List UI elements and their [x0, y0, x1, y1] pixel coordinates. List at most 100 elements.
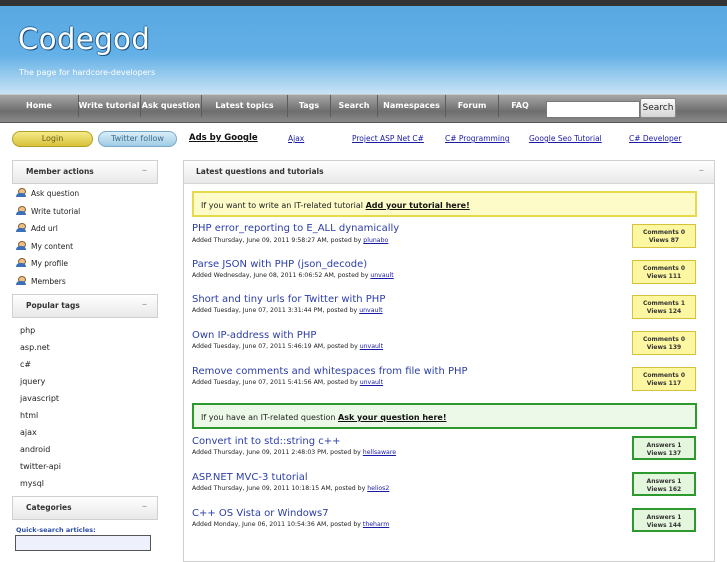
comments-count: Comments 1	[642, 300, 686, 307]
tag-link[interactable]: html	[20, 411, 38, 420]
twitter-follow-button[interactable]: Twitter follow	[98, 131, 177, 147]
member-item-my-content[interactable]: My content	[16, 241, 73, 251]
question-notice-text: If you have an IT-related question	[201, 413, 338, 422]
ad-link-ajax[interactable]: Ajax	[288, 134, 304, 143]
member-actions-collapse-icon[interactable]: –	[142, 165, 147, 176]
login-button[interactable]: Login	[12, 131, 93, 147]
add-tutorial-link[interactable]: Add your tutorial here!	[366, 201, 470, 210]
views-count: Views 144	[646, 522, 682, 529]
popular-tags-title: Popular tags	[26, 301, 80, 310]
ad-link-csharp-developer[interactable]: C# Developer	[629, 134, 681, 143]
post-author-link[interactable]: theharm	[363, 521, 389, 528]
latest-content-title: Latest questions and tutorials	[196, 167, 324, 176]
nav-ask-question[interactable]: Ask question	[141, 95, 202, 117]
post-author-link[interactable]: unvault	[360, 343, 383, 350]
post-meta-text: Added Monday, June 06, 2011 10:54:36 AM,…	[192, 521, 363, 528]
tag-link[interactable]: jquery	[20, 377, 45, 386]
latest-content-collapse-icon[interactable]: –	[699, 165, 704, 176]
post-meta-text: Added Thursday, June 09, 2011 2:48:03 PM…	[192, 449, 363, 456]
tag-link[interactable]: php	[20, 326, 35, 335]
tutorial-notice: If you want to write an IT-related tutor…	[192, 191, 697, 217]
ad-link-google-seo[interactable]: Google Seo Tutorial	[529, 134, 602, 143]
site-logo[interactable]: Codegod	[18, 22, 150, 56]
nav-write-tutorial[interactable]: Write tutorial	[78, 95, 141, 117]
nav-namespaces[interactable]: Namespaces	[378, 95, 446, 117]
comments-count: Comments 0	[642, 336, 686, 343]
post-title-link[interactable]: Convert int to std::string c++	[192, 436, 341, 447]
post-author-link[interactable]: unvault	[370, 272, 393, 279]
post-meta: Added Wednesday, June 08, 2011 6:06:52 A…	[192, 272, 394, 279]
tag-link[interactable]: c#	[20, 360, 31, 369]
nav-faq[interactable]: FAQ	[499, 95, 541, 117]
member-item-label: Add url	[31, 224, 58, 233]
nav-search-button[interactable]: Search	[640, 98, 676, 118]
member-item-members[interactable]: Members	[16, 276, 66, 286]
popular-tags-collapse-icon[interactable]: –	[142, 299, 147, 310]
ask-question-link[interactable]: Ask your question here!	[338, 413, 447, 422]
popular-tags-header[interactable]: Popular tags –	[12, 294, 158, 318]
post-author-link[interactable]: unvault	[359, 307, 382, 314]
post-meta-text: Added Thursday, June 09, 2011 9:58:27 AM…	[192, 237, 364, 244]
nav-tags[interactable]: Tags	[288, 95, 331, 117]
member-icon	[16, 223, 26, 232]
member-icon	[16, 188, 26, 197]
member-item-label: Members	[31, 277, 66, 286]
member-item-my-profile[interactable]: My profile	[16, 258, 68, 268]
ad-link-project-asp[interactable]: Project ASP Net C#	[352, 134, 424, 143]
post-meta: Added Thursday, June 09, 2011 2:48:03 PM…	[192, 449, 396, 456]
tag-link[interactable]: asp.net	[20, 343, 50, 352]
post-meta: Added Tuesday, June 07, 2011 5:46:19 AM,…	[192, 343, 383, 350]
tag-link[interactable]: javascript	[20, 394, 59, 403]
comments-count: Comments 0	[642, 229, 686, 236]
member-item-ask-question[interactable]: Ask question	[16, 188, 79, 198]
ad-link-csharp-programming[interactable]: C# Programming	[445, 134, 509, 143]
post-title-link[interactable]: ASP.NET MVC-3 tutorial	[192, 472, 308, 483]
nav-search[interactable]: Search	[331, 95, 378, 117]
categories-header[interactable]: Categories –	[12, 496, 158, 520]
quick-search-label: Quick-search articles:	[16, 526, 96, 534]
comments-count: Comments 0	[642, 372, 686, 379]
member-item-write-tutorial[interactable]: Write tutorial	[16, 206, 80, 216]
nav-forum[interactable]: Forum	[446, 95, 499, 117]
post-stats: Comments 0 Views 111	[632, 260, 696, 284]
post-title-link[interactable]: Remove comments and whitespaces from fil…	[192, 366, 468, 377]
post-title-link[interactable]: Own IP-address with PHP	[192, 330, 316, 341]
main-nav: Home Write tutorial Ask question Latest …	[0, 94, 727, 123]
tag-link[interactable]: mysql	[20, 479, 44, 488]
quick-search-input[interactable]	[15, 535, 151, 551]
post-meta-text: Added Tuesday, June 07, 2011 5:46:19 AM,…	[192, 343, 360, 350]
tag-link[interactable]: android	[20, 445, 50, 454]
comments-count: Comments 0	[642, 265, 686, 272]
post-author-link[interactable]: hellsaware	[363, 449, 396, 456]
nav-home[interactable]: Home	[0, 95, 79, 117]
post-title-link[interactable]: C++ OS Vista or Windows7	[192, 508, 329, 519]
answers-count: Answers 1	[646, 478, 682, 485]
post-meta: Added Thursday, June 09, 2011 10:18:15 A…	[192, 485, 389, 492]
nav-latest-topics[interactable]: Latest topics	[202, 95, 288, 117]
post-title-link[interactable]: Parse JSON with PHP (json_decode)	[192, 259, 367, 270]
views-count: Views 139	[646, 344, 682, 351]
post-meta-text: Added Wednesday, June 08, 2011 6:06:52 A…	[192, 272, 371, 279]
latest-content-box: Latest questions and tutorials –	[183, 160, 715, 562]
ads-by-google-link[interactable]: Ads by Google	[189, 133, 258, 143]
member-item-add-url[interactable]: Add url	[16, 223, 58, 233]
post-meta: Added Tuesday, June 07, 2011 5:41:56 AM,…	[192, 379, 383, 386]
member-actions-header[interactable]: Member actions –	[12, 160, 158, 184]
views-count: Views 137	[646, 450, 682, 457]
tag-link[interactable]: ajax	[20, 428, 37, 437]
categories-collapse-icon[interactable]: –	[142, 501, 147, 512]
question-notice: If you have an IT-related question Ask y…	[192, 403, 697, 429]
post-meta: Added Tuesday, June 07, 2011 3:31:44 PM,…	[192, 307, 383, 314]
nav-search-input[interactable]	[546, 101, 640, 118]
post-title-link[interactable]: PHP error_reporting to E_ALL dynamically	[192, 223, 399, 234]
member-item-label: Ask question	[31, 189, 80, 198]
post-meta: Added Thursday, June 09, 2011 9:58:27 AM…	[192, 237, 388, 244]
post-author-link[interactable]: unvault	[360, 379, 383, 386]
post-author-link[interactable]: plunabo	[363, 237, 388, 244]
post-author-link[interactable]: helios2	[367, 485, 389, 492]
views-count: Views 162	[646, 486, 682, 493]
member-icon	[16, 241, 26, 250]
post-stats: Answers 1 Views 137	[632, 436, 696, 460]
tag-link[interactable]: twitter-api	[20, 462, 61, 471]
post-title-link[interactable]: Short and tiny urls for Twitter with PHP	[192, 294, 385, 305]
